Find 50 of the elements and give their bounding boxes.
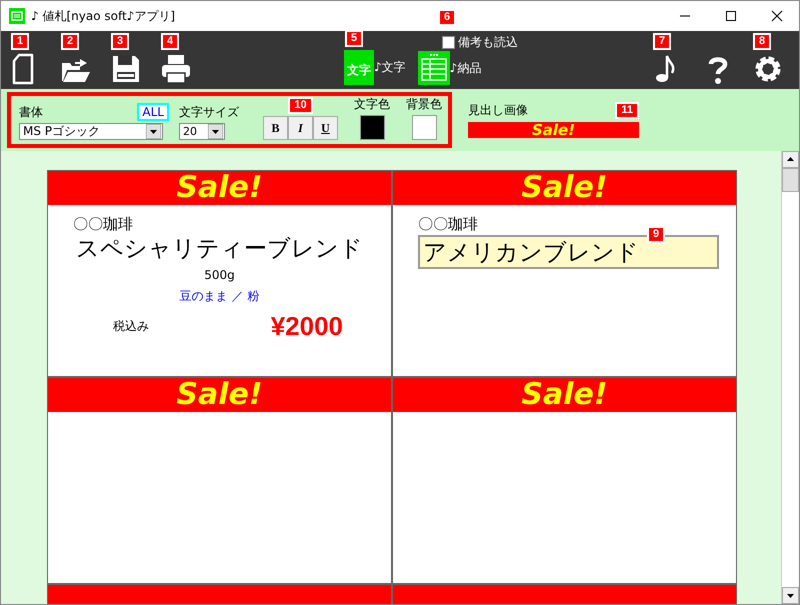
- font-select[interactable]: MS Pゴシック: [19, 123, 163, 140]
- grind-options: 豆のまま ／ 粉: [73, 288, 391, 305]
- window-title: ♪ 値札[nyao soft♪アプリ]: [31, 8, 176, 24]
- background-color-label: 背景色: [406, 96, 442, 113]
- product-name: スペシャリティーブレンド: [75, 235, 364, 264]
- size-select[interactable]: 20: [179, 123, 225, 140]
- weight-text: 500g: [203, 268, 236, 282]
- scroll-down-icon: [782, 587, 799, 604]
- heading-image-label: 見出し画像: [468, 102, 528, 119]
- text-color-swatch[interactable]: [360, 115, 384, 140]
- number-badge: 11: [615, 102, 639, 119]
- number-badge: 10: [288, 97, 313, 114]
- sale-banner: Sale!: [393, 171, 736, 205]
- memo-checkbox[interactable]: 備考も読込: [442, 34, 518, 51]
- maximize-icon: [725, 10, 737, 22]
- tax-note: 税込み: [113, 318, 149, 335]
- number-badge: 7: [653, 33, 672, 50]
- sale-banner: Sale!: [393, 378, 736, 412]
- price-text: ¥2000: [270, 311, 343, 342]
- size-label: 文字サイズ: [179, 104, 239, 121]
- number-badge: 5: [345, 30, 364, 47]
- number-badge: 3: [111, 33, 130, 50]
- dropdown-arrow-icon: [208, 124, 223, 139]
- italic-button[interactable]: I: [288, 116, 313, 140]
- scroll-thumb[interactable]: [782, 168, 799, 192]
- scrollbar[interactable]: [781, 151, 799, 604]
- underline-button[interactable]: U: [313, 116, 338, 140]
- number-badge: 8: [753, 33, 772, 50]
- sale-banner: Sale!: [48, 378, 391, 412]
- number-badge: 2: [61, 33, 80, 50]
- number-badge: 1: [11, 33, 30, 50]
- all-button[interactable]: ALL: [137, 103, 169, 121]
- scroll-up-icon: [782, 151, 799, 168]
- close-icon: [771, 10, 783, 22]
- background-color-swatch[interactable]: [412, 115, 436, 140]
- number-badge: 4: [161, 33, 180, 50]
- font-label: 書体: [19, 104, 43, 121]
- sale-banner: Sale!: [48, 171, 391, 205]
- table-icon: [418, 51, 450, 85]
- app-icon: [9, 8, 25, 24]
- maker-text: 〇〇珈琲: [418, 215, 478, 234]
- number-badge: 6: [438, 9, 456, 26]
- printer-icon: [160, 53, 192, 85]
- delivery-mode-button[interactable]: ♪納品: [416, 51, 482, 85]
- text-color-label: 文字色: [354, 96, 390, 113]
- sale-banner[interactable]: Sale!: [468, 122, 639, 138]
- maker-text: 〇〇珈琲: [73, 215, 133, 234]
- dropdown-arrow-icon: [146, 124, 161, 139]
- bold-button[interactable]: B: [263, 116, 288, 140]
- number-badge: 9: [647, 226, 666, 243]
